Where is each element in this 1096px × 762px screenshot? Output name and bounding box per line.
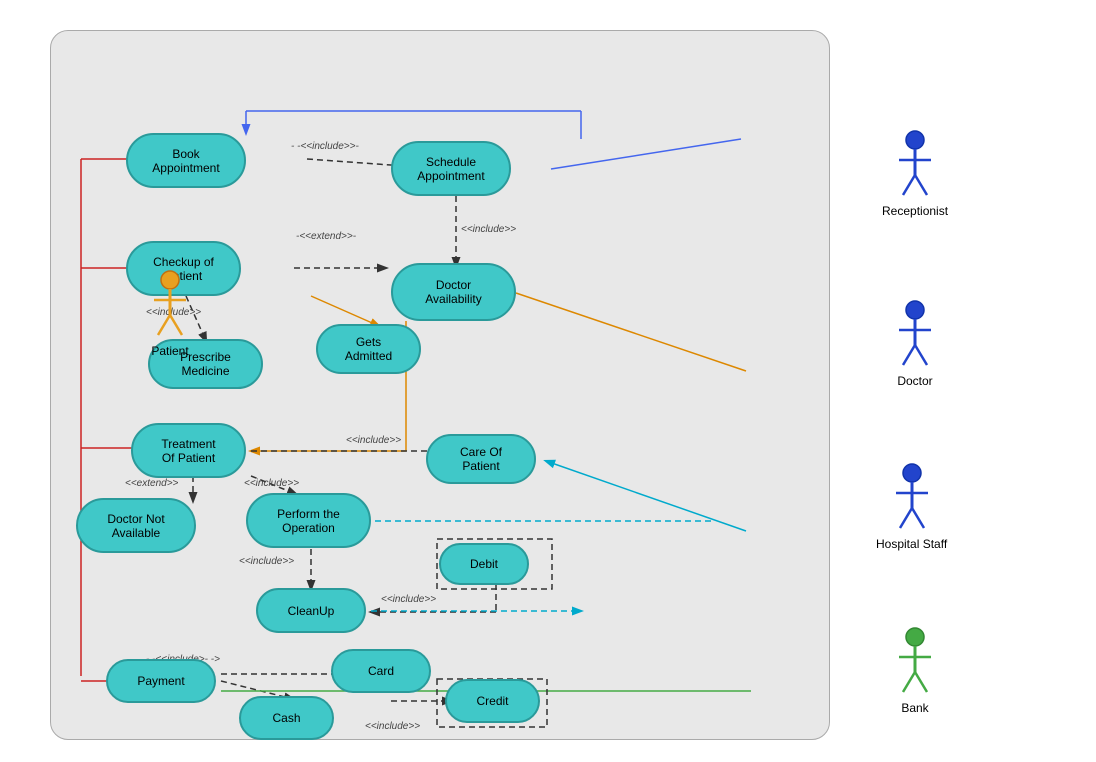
node-care-patient-label: Care OfPatient: [460, 445, 502, 473]
node-treatment-patient: TreatmentOf Patient: [131, 423, 246, 478]
doctor-label: Doctor: [897, 374, 932, 388]
node-perform-operation: Perform theOperation: [246, 493, 371, 548]
node-perform-operation-label: Perform theOperation: [277, 507, 340, 535]
node-credit-label: Credit: [476, 694, 508, 708]
patient-label: Patient: [151, 344, 188, 358]
bank-label: Bank: [901, 701, 928, 715]
stereo-extend-treatment: <<extend>>: [125, 478, 178, 489]
node-book-appointment-label: Book Appointment: [138, 147, 234, 175]
hospital-staff-figure: [890, 463, 934, 535]
node-debit: Debit: [439, 543, 529, 585]
node-debit-label: Debit: [470, 557, 498, 571]
stereo-include-credit: <<include>>: [365, 721, 420, 732]
actor-hospital-staff: Hospital Staff: [876, 463, 947, 551]
node-cash: Cash: [239, 696, 334, 740]
node-doctor-availability-label: DoctorAvailability: [425, 278, 481, 306]
node-care-patient: Care OfPatient: [426, 434, 536, 484]
actor-bank: Bank: [893, 627, 937, 715]
node-schedule-appointment-label: ScheduleAppointment: [417, 155, 484, 183]
node-book-appointment: Book Appointment: [126, 133, 246, 188]
bank-figure: [893, 627, 937, 699]
doctor-figure: [893, 300, 937, 372]
node-doctor-not-available: Doctor NotAvailable: [76, 498, 196, 553]
node-payment-label: Payment: [137, 674, 184, 688]
hospital-staff-label: Hospital Staff: [876, 537, 947, 551]
node-cleanup: CleanUp: [256, 588, 366, 633]
node-doctor-availability: DoctorAvailability: [391, 263, 516, 321]
stereo-schedule-docavail: <<include>>: [461, 224, 516, 235]
stereo-include-perform: <<include>>: [244, 478, 299, 489]
node-gets-admitted: GetsAdmitted: [316, 324, 421, 374]
stereo-include-debit: <<include>>: [381, 594, 436, 605]
stereo-include-care: <<include>>: [346, 435, 401, 446]
diagram-container: Schedule Appointment (dashed) --> Doctor…: [50, 30, 830, 740]
receptionist-figure: [893, 130, 937, 202]
node-schedule-appointment: ScheduleAppointment: [391, 141, 511, 196]
node-credit: Credit: [445, 679, 540, 723]
receptionist-label: Receptionist: [882, 204, 948, 218]
node-gets-admitted-label: GetsAdmitted: [345, 335, 392, 363]
actor-receptionist: Receptionist: [882, 130, 948, 218]
node-cleanup-label: CleanUp: [288, 604, 335, 618]
stereo-extend-checkup: -<<extend>>-: [296, 231, 356, 242]
patient-figure: [148, 270, 192, 342]
node-doctor-not-available-label: Doctor NotAvailable: [107, 512, 164, 540]
actor-patient: Patient: [148, 270, 192, 358]
stereo-book-schedule: - -<<include>>-: [291, 141, 359, 152]
stereo-include-cleanup: <<include>>: [239, 556, 294, 567]
node-cash-label: Cash: [272, 711, 300, 725]
node-card: Card: [331, 649, 431, 693]
node-payment: Payment: [106, 659, 216, 703]
node-card-label: Card: [368, 664, 394, 678]
actor-doctor: Doctor: [893, 300, 937, 388]
node-treatment-patient-label: TreatmentOf Patient: [161, 437, 215, 465]
